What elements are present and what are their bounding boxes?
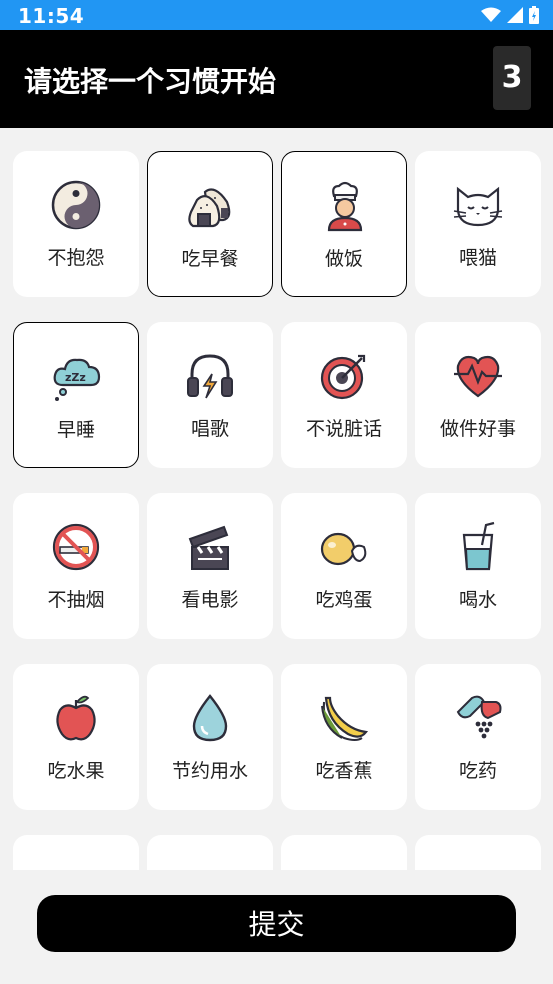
habit-card-partial[interactable] (147, 835, 273, 870)
rice-ball-icon (185, 180, 237, 232)
habit-label: 吃早餐 (181, 248, 239, 270)
status-icons (481, 6, 539, 24)
habit-label: 吃药 (458, 760, 497, 782)
app-bar: 请选择一个习惯开始 3 (0, 30, 553, 128)
egg-icon (318, 521, 370, 573)
habit-card[interactable]: 唱歌 (147, 322, 273, 468)
habit-card[interactable]: 做饭 (281, 151, 407, 297)
submit-button[interactable]: 提交 (37, 895, 516, 952)
status-bar: 11:54 (0, 0, 553, 30)
habit-label: 喂猫 (458, 247, 497, 269)
habit-card[interactable]: 看电影 (147, 493, 273, 639)
banana-icon (318, 692, 370, 744)
habit-label: 早睡 (56, 419, 95, 441)
habit-grid[interactable]: 不抱怨 吃早餐 做饭 喂猫 zZz 早睡 唱歌 不说脏话 做件好事不抽烟 看电影 吃鸡蛋 喝水吃水果 节… (0, 128, 553, 870)
habit-label: 不抽烟 (47, 589, 105, 611)
chef-icon (319, 180, 371, 232)
habit-card[interactable]: 不抱怨 (13, 151, 139, 297)
cat-icon (452, 179, 504, 231)
habit-card[interactable]: 不抽烟 (13, 493, 139, 639)
habit-label: 喝水 (458, 589, 497, 611)
pills-icon (452, 692, 504, 744)
sleep-cloud-icon: zZz (51, 351, 103, 403)
habit-label: 不抱怨 (47, 247, 105, 269)
habit-label: 不说脏话 (305, 418, 382, 440)
footer: 提交 (0, 870, 553, 984)
habit-card[interactable]: zZz 早睡 (13, 322, 139, 468)
habit-card-partial[interactable] (13, 835, 139, 870)
yin-yang-icon (50, 179, 102, 231)
habit-label: 唱歌 (190, 418, 229, 440)
habit-label: 看电影 (181, 589, 239, 611)
habit-label: 做饭 (324, 248, 363, 270)
habit-card[interactable]: 节约用水 (147, 664, 273, 810)
battery-icon (529, 6, 539, 24)
habit-card[interactable]: 喂猫 (415, 151, 541, 297)
habit-label: 做件好事 (439, 418, 516, 440)
habit-card[interactable]: 喝水 (415, 493, 541, 639)
apple-icon (50, 692, 102, 744)
wifi-icon (481, 7, 501, 22)
habit-label: 节约用水 (171, 760, 248, 782)
habit-card[interactable]: 做件好事 (415, 322, 541, 468)
status-time: 11:54 (18, 4, 85, 28)
habit-card[interactable]: 吃药 (415, 664, 541, 810)
habit-card[interactable]: 吃早餐 (147, 151, 273, 297)
water-drop-icon (184, 692, 236, 744)
habit-card[interactable]: 吃香蕉 (281, 664, 407, 810)
svg-text:zZz: zZz (65, 371, 86, 384)
signal-icon (507, 7, 523, 23)
selected-count-badge: 3 (493, 46, 531, 110)
water-glass-icon (452, 521, 504, 573)
no-smoking-icon (50, 521, 102, 573)
headphones-icon (184, 350, 236, 402)
habit-card-partial[interactable] (415, 835, 541, 870)
habit-label: 吃水果 (47, 760, 105, 782)
habit-card[interactable]: 吃水果 (13, 664, 139, 810)
habit-label: 吃香蕉 (315, 760, 373, 782)
heart-pulse-icon (452, 350, 504, 402)
clapperboard-icon (184, 521, 236, 573)
habit-card-partial[interactable] (281, 835, 407, 870)
page-title: 请选择一个习惯开始 (24, 65, 277, 98)
habit-card[interactable]: 吃鸡蛋 (281, 493, 407, 639)
habit-label: 吃鸡蛋 (315, 589, 373, 611)
habit-card[interactable]: 不说脏话 (281, 322, 407, 468)
target-icon (318, 350, 370, 402)
